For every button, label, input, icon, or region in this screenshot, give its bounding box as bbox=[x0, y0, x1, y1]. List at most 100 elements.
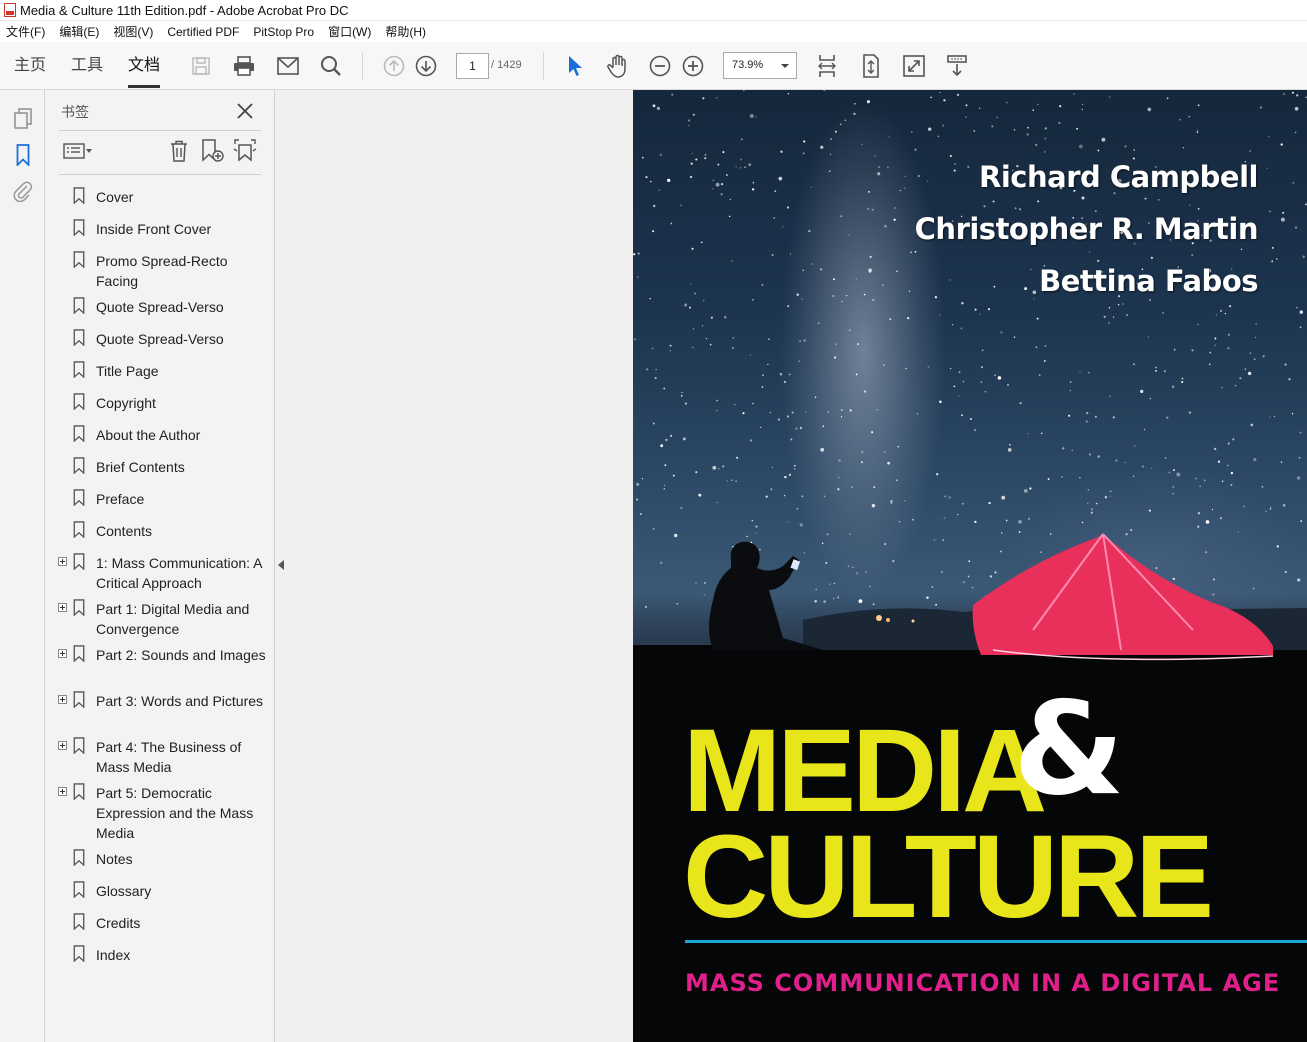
cover-divider bbox=[685, 940, 1307, 943]
expand-icon[interactable] bbox=[58, 557, 67, 566]
menu-certified-pdf[interactable]: Certified PDF bbox=[167, 25, 239, 39]
author-name: Richard Campbell bbox=[979, 160, 1258, 194]
cover-title-ampersand: & bbox=[1013, 675, 1125, 824]
bookmark-icon bbox=[73, 457, 85, 474]
zoom-select[interactable]: 73.9% bbox=[723, 52, 797, 79]
bookmark-icon bbox=[73, 881, 85, 898]
full-screen-icon[interactable] bbox=[900, 52, 928, 80]
fit-width-icon[interactable] bbox=[857, 52, 885, 80]
next-page-icon[interactable] bbox=[412, 52, 440, 80]
bookmark-label: Part 1: Digital Media and Convergence bbox=[96, 601, 250, 637]
bookmark-icon bbox=[73, 393, 85, 410]
main-toolbar: 主页 工具 文档 bbox=[0, 42, 1307, 90]
zoom-out-icon[interactable] bbox=[646, 52, 674, 80]
attachment-icon[interactable] bbox=[10, 178, 36, 204]
bookmark-label: Preface bbox=[96, 491, 145, 507]
window-titlebar: Media & Culture 11th Edition.pdf - Adobe… bbox=[0, 0, 1307, 21]
expand-icon[interactable] bbox=[58, 649, 67, 658]
zoom-value: 73.9% bbox=[732, 59, 764, 71]
zoom-in-icon[interactable] bbox=[679, 52, 707, 80]
bookmark-icon bbox=[73, 945, 85, 962]
bookmark-icon bbox=[73, 425, 85, 442]
page-thumbnails-icon[interactable] bbox=[10, 106, 36, 132]
collapse-panel-icon[interactable] bbox=[278, 560, 284, 570]
menu-view[interactable]: 视图(V) bbox=[113, 23, 153, 40]
bookmark-label: Part 5: Democratic Expression and the Ma… bbox=[96, 785, 254, 841]
toolbar-divider bbox=[543, 52, 544, 80]
bookmark-icon bbox=[73, 521, 85, 538]
bookmark-icon bbox=[73, 783, 85, 800]
menu-edit[interactable]: 编辑(E) bbox=[59, 23, 99, 40]
author-name: Christopher R. Martin bbox=[914, 212, 1259, 246]
expand-icon[interactable] bbox=[58, 603, 67, 612]
bookmark-icon bbox=[73, 361, 85, 378]
bookmark-label: Index bbox=[96, 947, 131, 963]
bookmark-label: Inside Front Cover bbox=[96, 221, 212, 237]
tab-document[interactable]: 文档 bbox=[128, 54, 161, 88]
page-number-input[interactable]: 1 bbox=[456, 53, 489, 79]
book-cover-page: Richard Campbell Christopher R. Martin B… bbox=[633, 90, 1307, 1042]
bookmark-label: Copyright bbox=[96, 395, 156, 411]
navigation-rail bbox=[0, 90, 45, 1042]
expand-bookmark-icon[interactable] bbox=[231, 138, 259, 164]
menu-window[interactable]: 窗口(W) bbox=[328, 23, 371, 40]
bookmark-icon bbox=[73, 737, 85, 754]
previous-page-icon[interactable] bbox=[380, 52, 408, 80]
fit-page-icon[interactable] bbox=[813, 52, 841, 80]
menu-bar: 文件(F) 编辑(E) 视图(V) Certified PDF PitStop … bbox=[0, 21, 1307, 42]
bookmark-label: Contents bbox=[96, 523, 153, 539]
bookmarks-panel-title: 书签 bbox=[61, 104, 89, 120]
chevron-down-icon bbox=[781, 64, 789, 68]
bookmark-icon bbox=[73, 329, 85, 346]
bookmark-icon bbox=[73, 849, 85, 866]
search-icon[interactable] bbox=[317, 52, 345, 80]
bookmark-panel-icon[interactable] bbox=[10, 142, 36, 168]
page-count: / 1429 bbox=[491, 59, 522, 71]
bookmark-icon bbox=[73, 553, 85, 570]
tab-home[interactable]: 主页 bbox=[14, 54, 46, 88]
bookmark-label: Cover bbox=[96, 189, 134, 205]
window-title: Media & Culture 11th Edition.pdf - Adobe… bbox=[20, 2, 349, 18]
menu-pitstop-pro[interactable]: PitStop Pro bbox=[253, 25, 314, 39]
select-cursor-icon[interactable] bbox=[561, 52, 589, 80]
bookmark-icon bbox=[73, 489, 85, 506]
bookmark-label: Glossary bbox=[96, 883, 152, 899]
bookmark-label: Part 2: Sounds and Images bbox=[96, 647, 266, 663]
bookmark-icon bbox=[73, 251, 85, 268]
bookmark-icon bbox=[73, 645, 85, 662]
new-bookmark-icon[interactable] bbox=[198, 138, 226, 164]
expand-icon[interactable] bbox=[58, 695, 67, 704]
bookmark-label: 1: Mass Communication: A Critical Approa… bbox=[96, 555, 262, 591]
expand-icon[interactable] bbox=[58, 787, 67, 796]
bookmark-label: Quote Spread-Verso bbox=[96, 299, 224, 315]
bookmark-icon bbox=[73, 599, 85, 616]
print-icon[interactable] bbox=[230, 52, 258, 80]
panel-divider bbox=[59, 130, 261, 131]
toolbar-divider bbox=[362, 52, 363, 80]
bookmark-label: Quote Spread-Verso bbox=[96, 331, 224, 347]
menu-help[interactable]: 帮助(H) bbox=[385, 23, 426, 40]
bookmark-label: Credits bbox=[96, 915, 141, 931]
bookmark-label: About the Author bbox=[96, 427, 201, 443]
bookmark-icon bbox=[73, 691, 85, 708]
save-icon[interactable] bbox=[187, 52, 215, 80]
bookmark-options-icon[interactable] bbox=[61, 138, 95, 164]
tab-tools[interactable]: 工具 bbox=[71, 54, 103, 88]
scroll-mode-icon[interactable] bbox=[943, 52, 971, 80]
bookmarks-panel: 书签 Cover Inside Front Cover Promo Spread-R… bbox=[45, 90, 275, 1042]
menu-file[interactable]: 文件(F) bbox=[6, 23, 45, 40]
bookmark-icon bbox=[73, 297, 85, 314]
trash-icon[interactable] bbox=[165, 138, 193, 164]
bookmark-label: Brief Contents bbox=[96, 459, 185, 475]
expand-icon[interactable] bbox=[58, 741, 67, 750]
cover-subtitle: MASS COMMUNICATION IN A DIGITAL AGE bbox=[685, 969, 1281, 997]
bookmark-label: Title Page bbox=[96, 363, 159, 379]
close-icon[interactable] bbox=[234, 100, 256, 122]
hand-tool-icon[interactable] bbox=[604, 52, 632, 80]
acrobat-pdf-icon bbox=[4, 3, 16, 17]
bookmark-label: Part 3: Words and Pictures bbox=[96, 693, 264, 709]
cover-title-culture: CULTURE bbox=[683, 811, 1214, 943]
bookmark-icon bbox=[73, 219, 85, 236]
email-icon[interactable] bbox=[274, 52, 302, 80]
bookmark-icon bbox=[73, 913, 85, 930]
